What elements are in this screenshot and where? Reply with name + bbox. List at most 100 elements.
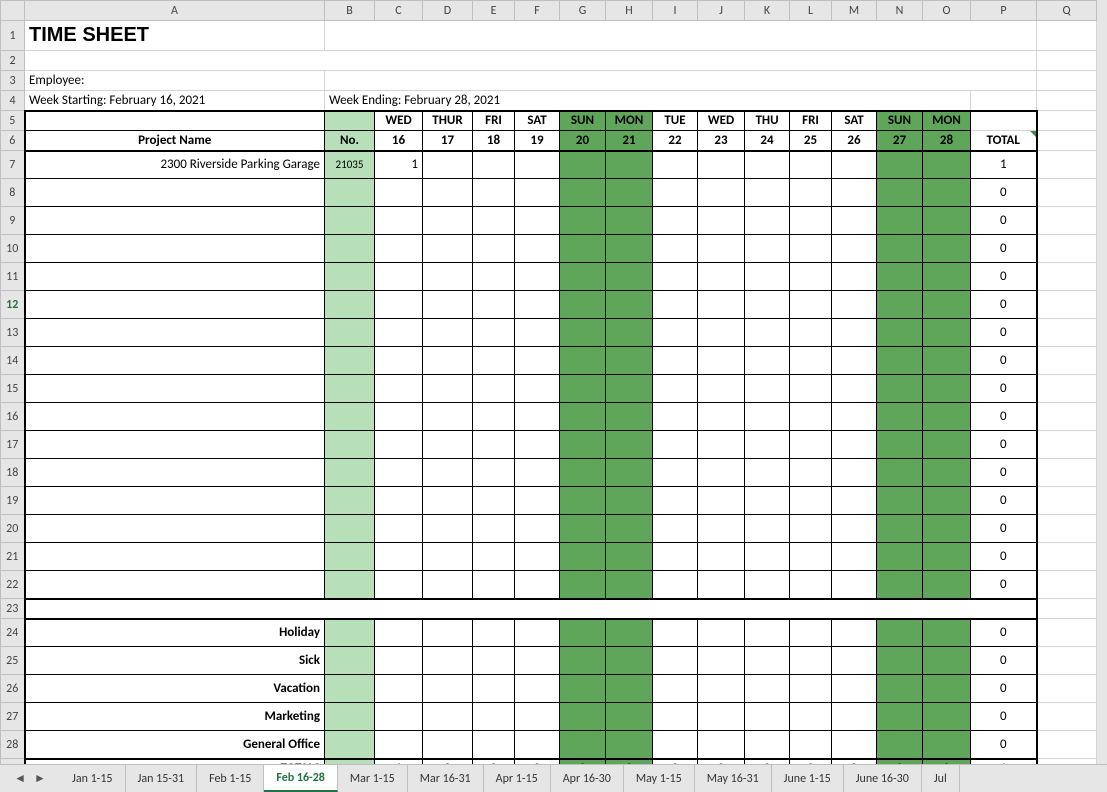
- hours-cell[interactable]: [473, 571, 515, 599]
- hours-cell[interactable]: [698, 675, 745, 703]
- day-header[interactable]: SAT: [832, 111, 877, 131]
- hours-cell[interactable]: [698, 347, 745, 375]
- hours-cell[interactable]: [423, 375, 473, 403]
- hours-cell[interactable]: [745, 703, 790, 731]
- hours-cell[interactable]: [423, 179, 473, 207]
- hours-cell[interactable]: [375, 179, 423, 207]
- hours-cell[interactable]: [698, 703, 745, 731]
- hours-cell[interactable]: [423, 207, 473, 235]
- sheet-tab[interactable]: Feb 16-28: [264, 765, 338, 792]
- project-name-cell[interactable]: [25, 431, 325, 459]
- hours-cell[interactable]: [606, 731, 653, 759]
- hours-cell[interactable]: [832, 731, 877, 759]
- hours-cell[interactable]: [653, 619, 698, 647]
- project-no-cell[interactable]: [325, 235, 375, 263]
- hours-cell[interactable]: [832, 179, 877, 207]
- project-no-cell[interactable]: [325, 291, 375, 319]
- hours-cell[interactable]: [515, 543, 560, 571]
- project-name-cell[interactable]: [25, 571, 325, 599]
- hours-cell[interactable]: [923, 487, 971, 515]
- row-header[interactable]: 7: [1, 151, 25, 179]
- hours-cell[interactable]: [423, 347, 473, 375]
- row-total-cell[interactable]: 0: [971, 319, 1037, 347]
- hours-cell[interactable]: [698, 207, 745, 235]
- hours-cell[interactable]: [698, 235, 745, 263]
- hours-cell[interactable]: [790, 459, 832, 487]
- row-header[interactable]: 1: [1, 21, 25, 51]
- sheet-tab[interactable]: June 1-15: [772, 765, 844, 792]
- hours-cell[interactable]: [923, 703, 971, 731]
- row-header[interactable]: 2: [1, 51, 25, 71]
- hours-cell[interactable]: [473, 403, 515, 431]
- hours-cell[interactable]: [698, 543, 745, 571]
- hours-cell[interactable]: [515, 291, 560, 319]
- sheet-tab[interactable]: June 16-30: [844, 765, 922, 792]
- hours-cell[interactable]: [832, 571, 877, 599]
- hours-cell[interactable]: [423, 319, 473, 347]
- project-name-cell[interactable]: [25, 375, 325, 403]
- hours-cell[interactable]: [560, 291, 606, 319]
- hours-cell[interactable]: [698, 571, 745, 599]
- day-header-weekend[interactable]: SUN: [877, 111, 923, 131]
- hours-cell[interactable]: [877, 619, 923, 647]
- day-header-weekend[interactable]: SUN: [560, 111, 606, 131]
- project-name-cell[interactable]: [25, 179, 325, 207]
- row-header[interactable]: 3: [1, 71, 25, 91]
- hours-cell[interactable]: [606, 263, 653, 291]
- row-header[interactable]: 28: [1, 731, 25, 759]
- row-header[interactable]: 15: [1, 375, 25, 403]
- hours-cell[interactable]: [515, 619, 560, 647]
- hours-cell[interactable]: [923, 515, 971, 543]
- hours-cell[interactable]: [560, 347, 606, 375]
- hours-cell[interactable]: [832, 703, 877, 731]
- project-name-cell[interactable]: 2300 Riverside Parking Garage: [25, 151, 325, 179]
- col-header[interactable]: B: [325, 1, 375, 21]
- hours-cell[interactable]: [832, 319, 877, 347]
- hours-cell[interactable]: [375, 235, 423, 263]
- hours-cell[interactable]: [877, 347, 923, 375]
- hours-cell[interactable]: [877, 235, 923, 263]
- row-total-cell[interactable]: 1: [971, 151, 1037, 179]
- hours-cell[interactable]: [745, 487, 790, 515]
- day-header-weekend[interactable]: MON: [923, 111, 971, 131]
- hours-cell[interactable]: [473, 151, 515, 179]
- hours-cell[interactable]: [653, 703, 698, 731]
- hours-cell[interactable]: [923, 571, 971, 599]
- hours-cell[interactable]: [790, 291, 832, 319]
- row-header[interactable]: 4: [1, 91, 25, 111]
- hours-cell[interactable]: [923, 235, 971, 263]
- hours-cell[interactable]: [877, 403, 923, 431]
- col-header[interactable]: M: [832, 1, 877, 21]
- project-no-cell[interactable]: [325, 179, 375, 207]
- tab-prev-icon[interactable]: ◄: [14, 771, 26, 786]
- row-total-cell[interactable]: 0: [971, 291, 1037, 319]
- row-header[interactable]: 21: [1, 543, 25, 571]
- hours-cell[interactable]: [877, 731, 923, 759]
- hours-cell[interactable]: [423, 675, 473, 703]
- hours-cell[interactable]: [560, 179, 606, 207]
- cell[interactable]: [325, 619, 375, 647]
- row-header[interactable]: 9: [1, 207, 25, 235]
- employee-label[interactable]: Employee:: [25, 71, 325, 91]
- hours-cell[interactable]: [698, 263, 745, 291]
- row-total-cell[interactable]: 0: [971, 403, 1037, 431]
- day-header[interactable]: THU: [745, 111, 790, 131]
- category-label[interactable]: Holiday: [25, 619, 325, 647]
- hours-cell[interactable]: [375, 675, 423, 703]
- hours-cell[interactable]: [923, 543, 971, 571]
- hours-cell[interactable]: [745, 179, 790, 207]
- hours-cell[interactable]: [923, 347, 971, 375]
- hours-cell[interactable]: [515, 703, 560, 731]
- row-total-cell[interactable]: 0: [971, 207, 1037, 235]
- hours-cell[interactable]: [832, 431, 877, 459]
- col-header[interactable]: J: [698, 1, 745, 21]
- row-total-cell[interactable]: 0: [971, 487, 1037, 515]
- sheet-tab[interactable]: May 1-15: [624, 765, 695, 792]
- hours-cell[interactable]: [745, 403, 790, 431]
- hours-cell[interactable]: [877, 207, 923, 235]
- project-no-cell[interactable]: [325, 347, 375, 375]
- hours-cell[interactable]: [606, 375, 653, 403]
- hours-cell[interactable]: [923, 731, 971, 759]
- hours-cell[interactable]: [790, 375, 832, 403]
- project-name-cell[interactable]: [25, 543, 325, 571]
